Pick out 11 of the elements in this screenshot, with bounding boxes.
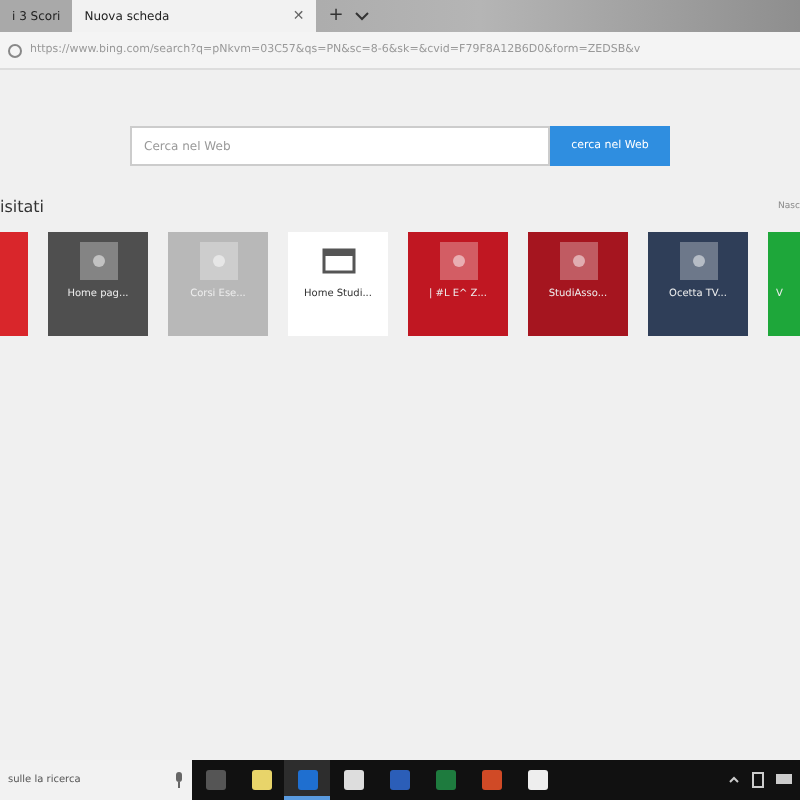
site-icon <box>79 242 117 280</box>
section-heading: isitati <box>0 198 45 216</box>
site-icon <box>199 242 237 280</box>
chevron-up-icon[interactable] <box>728 774 740 786</box>
new-tab-icon[interactable]: + <box>328 6 344 26</box>
chevron-down-icon[interactable] <box>353 8 370 24</box>
microphone-icon[interactable] <box>174 772 184 788</box>
info-icon[interactable] <box>8 43 22 57</box>
site-icon <box>439 242 477 280</box>
site-icon <box>559 242 597 280</box>
site-icon <box>679 242 717 280</box>
